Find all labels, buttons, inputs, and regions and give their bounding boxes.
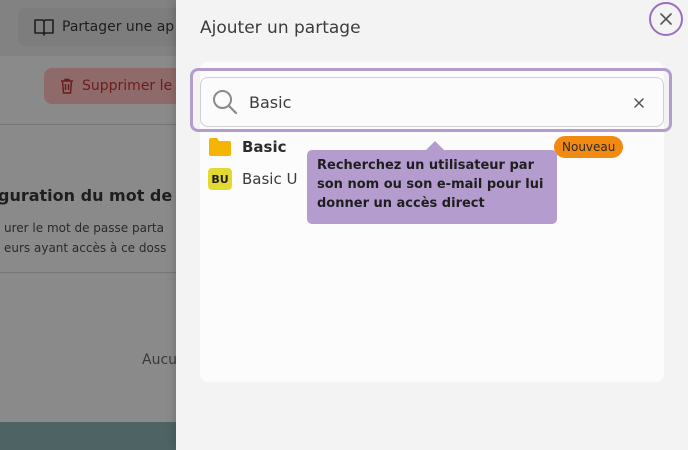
empty-state-text: Aucu [142, 352, 178, 368]
share-app-label: Partager une ap [62, 19, 175, 35]
add-share-panel: Ajouter un partage Basic BU Basic U Nouv… [176, 0, 688, 450]
section-description: urer le mot de passe parta eurs ayant ac… [4, 218, 166, 258]
search-icon [213, 90, 238, 115]
divider [0, 272, 200, 273]
search-box[interactable] [200, 77, 664, 127]
user-avatar: BU [208, 168, 232, 190]
description-line: eurs ayant accès à ce doss [4, 241, 167, 255]
tooltip-line: donner un accès direct [317, 196, 485, 211]
section-title: guration du mot de [0, 186, 173, 205]
clear-search-button[interactable] [630, 94, 648, 112]
panel-title: Ajouter un partage [200, 18, 361, 38]
clear-icon [634, 98, 644, 108]
tooltip-line: son nom ou son e-mail pour lui [317, 177, 544, 192]
book-icon [34, 19, 54, 36]
divider [0, 124, 200, 125]
close-button[interactable] [649, 2, 683, 36]
folder-name: Basic [242, 138, 287, 156]
tooltip-arrow [426, 141, 444, 150]
user-name: Basic U [242, 170, 298, 188]
folder-icon [209, 138, 231, 156]
description-line: urer le mot de passe parta [4, 221, 164, 235]
delete-label: Supprimer le [82, 78, 173, 94]
trash-icon [61, 78, 73, 94]
help-tooltip: Recherchez un utilisateur par son nom ou… [307, 150, 557, 224]
search-input[interactable] [249, 90, 609, 114]
close-icon [660, 13, 672, 25]
new-badge: Nouveau [554, 136, 624, 158]
tooltip-line: Recherchez un utilisateur par [317, 158, 534, 173]
